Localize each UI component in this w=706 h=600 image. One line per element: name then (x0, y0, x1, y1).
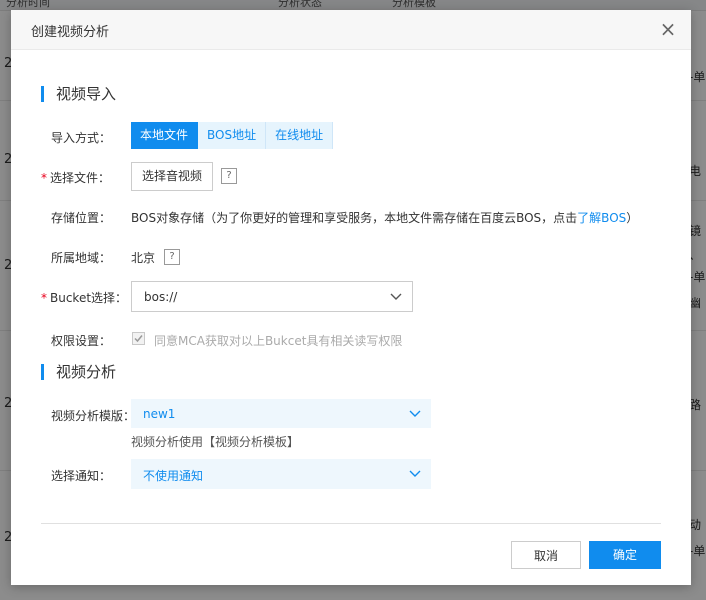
import-method-label: 导入方式： (51, 131, 112, 145)
help-icon[interactable]: ? (164, 249, 180, 265)
section-title-import: 视频导入 (41, 86, 116, 102)
import-option-online-address[interactable]: 在线地址 (266, 122, 334, 149)
notify-label: 选择通知： (51, 469, 112, 483)
template-label: 视频分析模版： (51, 409, 136, 423)
confirm-button[interactable]: 确定 (589, 541, 661, 569)
required-mark: * (41, 291, 47, 305)
dialog-header: 创建视频分析 × (11, 10, 691, 50)
bucket-label: * Bucket选择： (41, 289, 127, 306)
chevron-down-icon (409, 410, 421, 417)
import-option-local-file[interactable]: 本地文件 (131, 122, 199, 149)
region-value: 北京 (131, 251, 156, 265)
close-icon[interactable]: × (657, 18, 679, 40)
footer-divider (41, 523, 661, 524)
learn-bos-link[interactable]: 了解BOS (577, 211, 626, 225)
check-icon (134, 335, 143, 343)
select-file-label-text: 选择文件： (50, 171, 111, 185)
import-option-bos-address[interactable]: BOS地址 (198, 122, 267, 149)
select-file-label: * 选择文件： (41, 169, 110, 186)
template-select-value: new1 (143, 407, 176, 421)
import-method-segmented: 本地文件 BOS地址 在线地址 (131, 122, 334, 149)
bucket-label-text: Bucket选择： (50, 291, 128, 305)
permission-checkbox[interactable] (132, 332, 145, 345)
storage-label: 存储位置： (51, 211, 112, 225)
bucket-select[interactable]: bos:// (131, 281, 413, 312)
notify-select[interactable]: 不使用通知 (131, 459, 431, 489)
create-video-analysis-dialog: 创建视频分析 × 视频导入 导入方式： 本地文件 BOS地址 在线地址 * 选择文… (11, 10, 691, 585)
chevron-down-icon (409, 470, 421, 477)
notify-select-value: 不使用通知 (143, 469, 204, 483)
storage-suffix: ） (626, 211, 639, 225)
permission-label: 权限设置： (51, 334, 112, 348)
template-hint: 视频分析使用【视频分析模板】 (131, 435, 300, 449)
section-title-analysis: 视频分析 (41, 364, 116, 380)
help-icon[interactable]: ? (221, 168, 237, 184)
bucket-select-value: bos:// (144, 290, 178, 304)
storage-text: BOS对象存储（为了你更好的管理和享受服务，本地文件需存储在百度云BOS，点击 (131, 211, 578, 225)
region-label: 所属地域： (51, 251, 112, 265)
chevron-down-icon (390, 293, 402, 300)
dialog-title: 创建视频分析 (31, 25, 110, 40)
storage-description: BOS对象存储（为了你更好的管理和享受服务，本地文件需存储在百度云BOS，点击了… (131, 209, 638, 226)
template-select[interactable]: new1 (131, 399, 431, 428)
permission-checkbox-label: 同意MCA获取对以上Bukcet具有相关读写权限 (154, 334, 403, 348)
cancel-button[interactable]: 取消 (511, 541, 581, 569)
select-media-button[interactable]: 选择音视频 (131, 162, 214, 191)
required-mark: * (41, 171, 47, 185)
